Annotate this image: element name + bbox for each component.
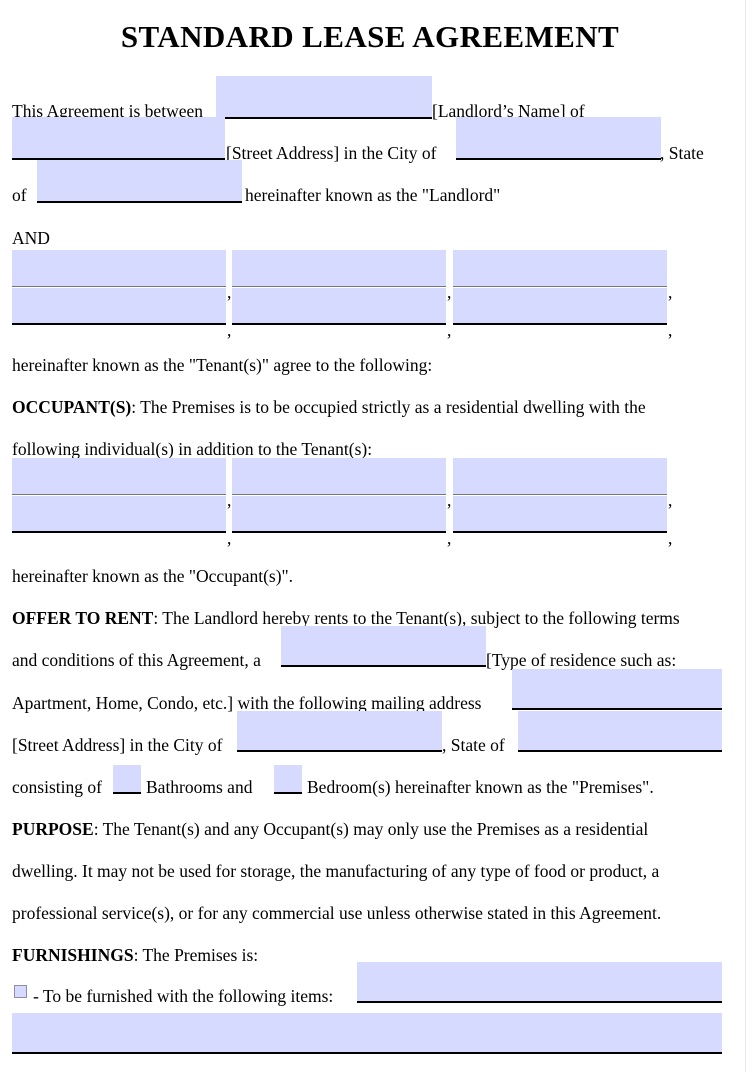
purpose-heading-line: PURPOSE: The Tenant(s) and any Occupant(… <box>12 819 648 839</box>
tenant-field-6[interactable] <box>453 288 667 325</box>
premises-state-field[interactable] <box>518 711 722 752</box>
occupant-field-6[interactable] <box>453 496 667 533</box>
landlord-city-field[interactable] <box>456 117 661 160</box>
furnished-items-field-line1[interactable] <box>357 962 722 1003</box>
offer-heading-rest: : The Landlord hereby rents to the Tenan… <box>153 608 680 628</box>
occupant-field-3[interactable] <box>453 458 667 495</box>
occupants-heading-line: OCCUPANT(S): The Premises is to be occup… <box>12 397 646 417</box>
tenant-separator-3: , <box>668 282 673 302</box>
landlord-name-field[interactable] <box>216 76 432 119</box>
furnished-items-field-line2[interactable] <box>12 1013 722 1054</box>
purpose-heading-rest: : The Tenant(s) and any Occupant(s) may … <box>93 819 649 839</box>
landlord-state-field[interactable] <box>37 160 242 203</box>
bathrooms-count-field[interactable] <box>113 765 141 794</box>
purpose-line3: professional service(s), or for any comm… <box>12 903 662 923</box>
occupant-separator-1: , <box>227 490 232 510</box>
furnishings-heading-line: FURNISHINGS: The Premises is: <box>12 945 258 965</box>
residence-type-field[interactable] <box>281 626 486 667</box>
occupant-separator-2: , <box>447 490 452 510</box>
tenant-separator-1: , <box>227 282 232 302</box>
tenant-field-2[interactable] <box>232 250 446 287</box>
offer-line5-prefix: consisting of <box>12 777 102 797</box>
intro-line2-suffix: , State <box>660 143 704 163</box>
lease-agreement-page: STANDARD LEASE AGREEMENT This Agreement … <box>0 0 746 1072</box>
occupant-separator-6: , <box>668 528 673 548</box>
furnishings-heading-rest: : The Premises is: <box>133 945 259 965</box>
intro-line3-prefix: of <box>12 185 27 205</box>
page-title: STANDARD LEASE AGREEMENT <box>120 19 620 54</box>
tenant-closing-text: hereinafter known as the "Tenant(s)" agr… <box>12 355 433 375</box>
purpose-line2: dwelling. It may not be used for storage… <box>12 861 660 881</box>
tenant-separator-2: , <box>447 282 452 302</box>
occupants-line2: following individual(s) in addition to t… <box>12 439 373 459</box>
intro-line3-suffix: hereinafter known as the "Landlord" <box>245 185 501 205</box>
purpose-heading: PURPOSE <box>12 819 94 839</box>
occupant-field-4[interactable] <box>12 496 226 533</box>
tenant-separator-5: , <box>447 320 452 340</box>
offer-line4-mid: , State of <box>442 735 505 755</box>
intro-line2-mid: [Street Address] in the City of <box>226 143 437 163</box>
occupant-field-5[interactable] <box>232 496 446 533</box>
premises-mailing-address-field[interactable] <box>512 669 722 710</box>
landlord-street-address-field[interactable] <box>12 117 225 160</box>
offer-heading-line: OFFER TO RENT: The Landlord hereby rents… <box>12 608 680 628</box>
tenant-field-4[interactable] <box>12 288 226 325</box>
offer-line2-suffix: [Type of residence such as: <box>486 650 677 670</box>
furnishings-heading: FURNISHINGS <box>12 945 134 965</box>
and-label: AND <box>12 228 50 248</box>
offer-line5-suffix: Bedroom(s) hereinafter known as the "Pre… <box>307 777 654 797</box>
furnished-checkbox[interactable] <box>14 985 27 998</box>
offer-line4-prefix: [Street Address] in the City of <box>12 735 223 755</box>
tenant-field-3[interactable] <box>453 250 667 287</box>
bedrooms-count-field[interactable] <box>274 765 302 794</box>
tenant-field-5[interactable] <box>232 288 446 325</box>
tenant-separator-6: , <box>668 320 673 340</box>
offer-line3-prefix: Apartment, Home, Condo, etc.] with the f… <box>12 693 482 713</box>
premises-city-field[interactable] <box>237 711 442 752</box>
occupant-separator-5: , <box>447 528 452 548</box>
occupants-heading-rest: : The Premises is to be occupied strictl… <box>131 397 646 417</box>
occupant-field-2[interactable] <box>232 458 446 495</box>
furnished-option-label: - To be furnished with the following ite… <box>33 986 334 1006</box>
occupants-heading: OCCUPANT(S) <box>12 397 132 417</box>
occupant-field-1[interactable] <box>12 458 226 495</box>
tenant-separator-4: , <box>227 320 232 340</box>
offer-line5-mid: Bathrooms and <box>146 777 253 797</box>
occupants-closing-text: hereinafter known as the "Occupant(s)". <box>12 566 294 586</box>
offer-to-rent-heading: OFFER TO RENT <box>12 608 154 628</box>
occupant-separator-4: , <box>227 528 232 548</box>
occupant-separator-3: , <box>668 490 673 510</box>
offer-line2-prefix: and conditions of this Agreement, a <box>12 650 261 670</box>
tenant-field-1[interactable] <box>12 250 226 287</box>
